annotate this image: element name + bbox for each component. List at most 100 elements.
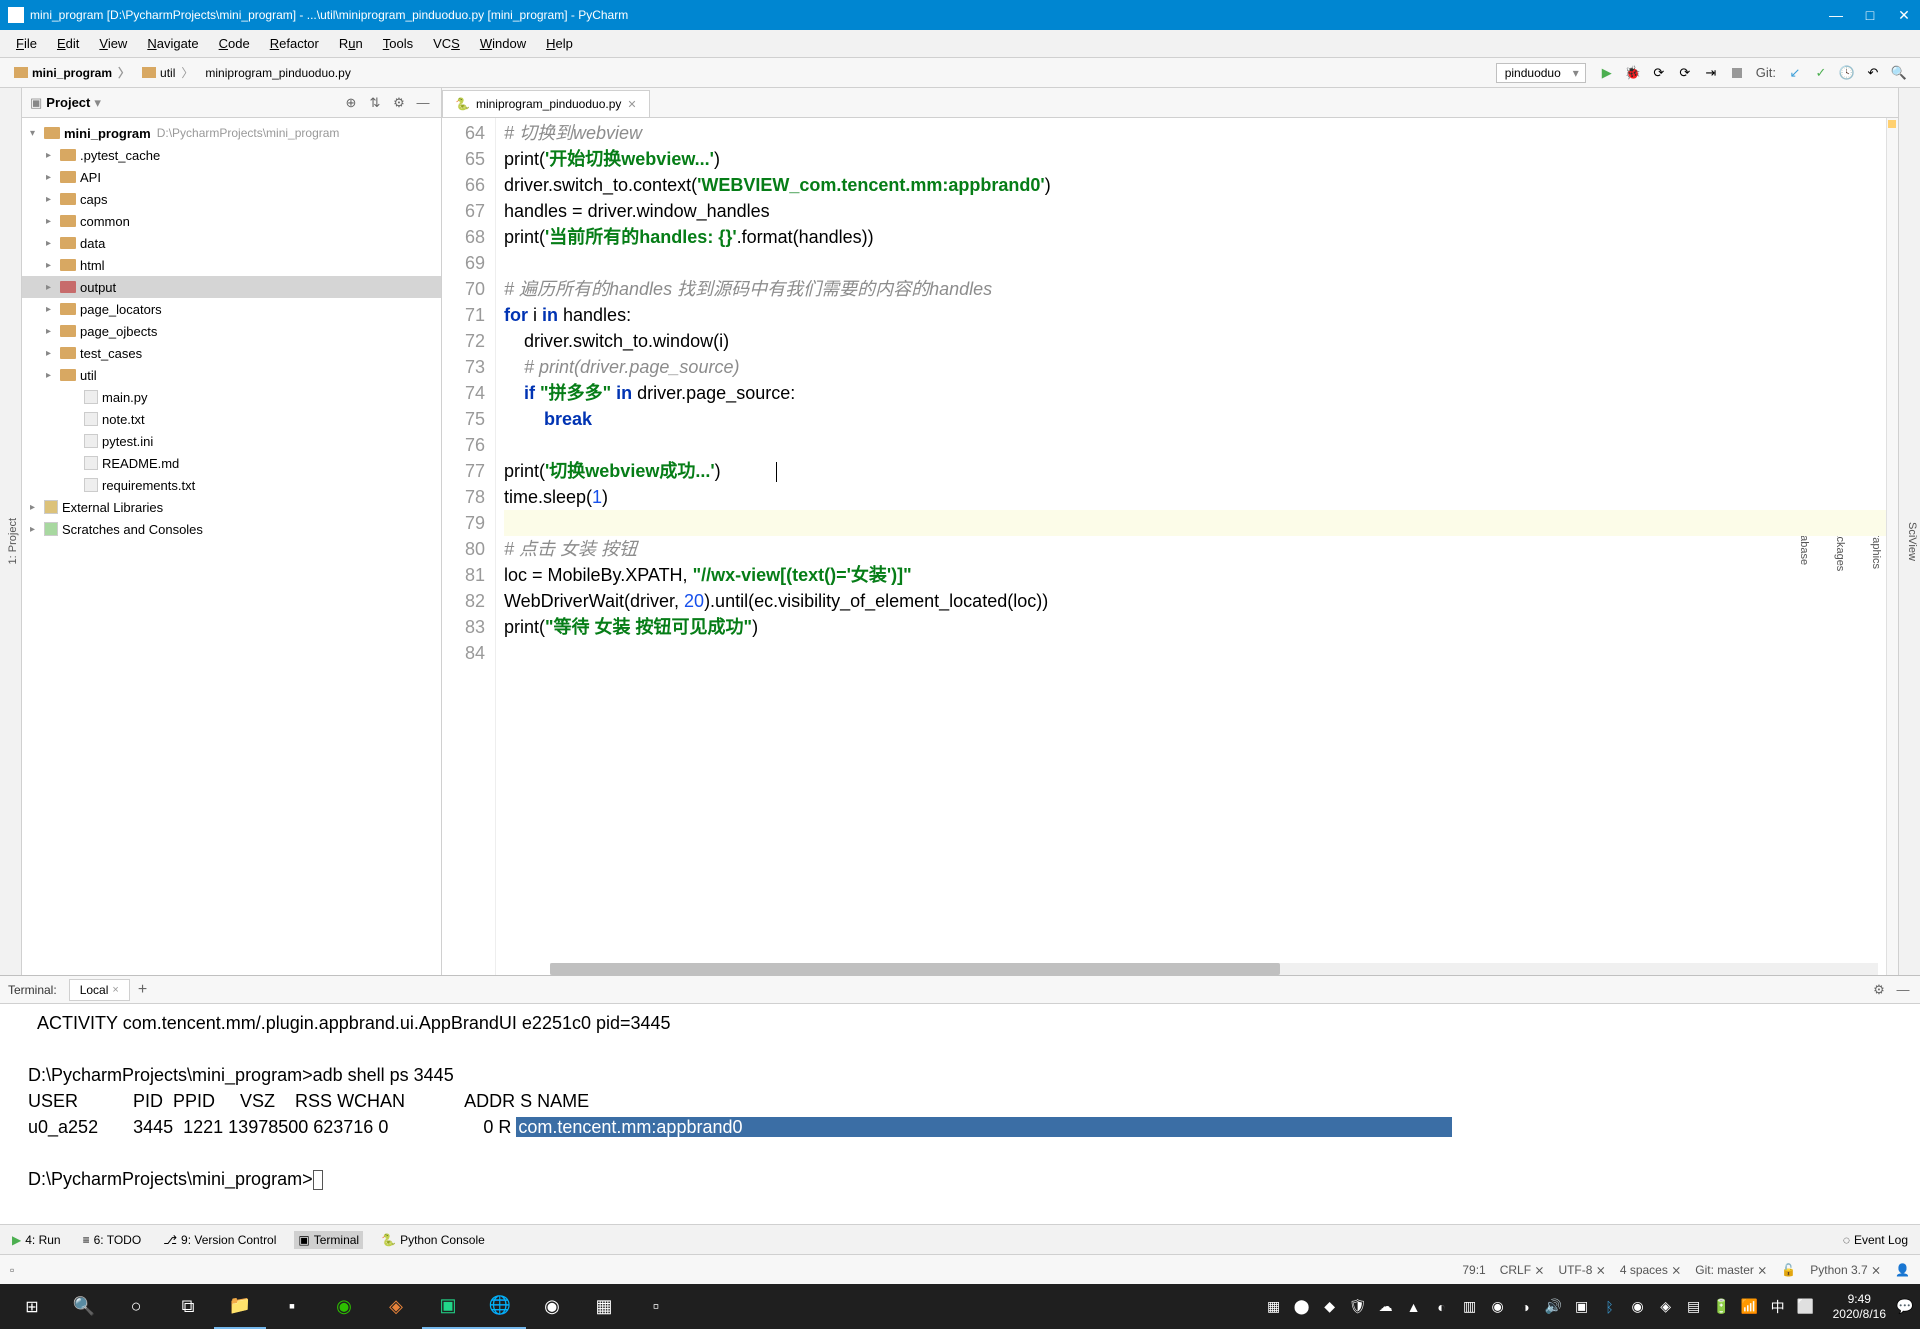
- bottom-vcs[interactable]: ⎇ 9: Version Control: [159, 1231, 280, 1249]
- tray-icon[interactable]: ☁: [1377, 1298, 1395, 1316]
- crumb-folder[interactable]: util〉: [136, 62, 199, 83]
- project-dropdown-icon[interactable]: ▾: [94, 95, 101, 111]
- tree-file[interactable]: note.txt: [22, 408, 441, 430]
- error-stripe[interactable]: [1886, 118, 1898, 975]
- tray-icon[interactable]: ⬤: [1293, 1298, 1311, 1316]
- close-button[interactable]: ✕: [1896, 7, 1912, 23]
- tray-icon[interactable]: 🛡: [1349, 1298, 1367, 1316]
- tray-icon[interactable]: ◑: [1517, 1298, 1535, 1316]
- menu-refactor[interactable]: Refactor: [262, 34, 327, 53]
- status-icon[interactable]: ▫: [10, 1263, 14, 1277]
- menu-vcs[interactable]: VCS: [425, 34, 468, 53]
- crumb-file[interactable]: miniprogram_pinduoduo.py: [199, 64, 356, 82]
- status-indent[interactable]: 4 spaces ⨯: [1620, 1263, 1681, 1277]
- maximize-button[interactable]: □: [1862, 7, 1878, 23]
- target-icon[interactable]: ⊕: [341, 93, 361, 113]
- menu-file[interactable]: File: [8, 34, 45, 53]
- start-button[interactable]: ⊞: [6, 1284, 58, 1329]
- code-lines[interactable]: # 切换到webview print('开始切换webview...') dri…: [496, 118, 1898, 975]
- terminal-body[interactable]: ACTIVITY com.tencent.mm/.plugin.appbrand…: [0, 1004, 1920, 1224]
- tray-icon[interactable]: ◈: [1657, 1298, 1675, 1316]
- bluetooth-icon[interactable]: ᛒ: [1601, 1298, 1619, 1316]
- menu-tools[interactable]: Tools: [375, 34, 421, 53]
- status-le[interactable]: CRLF ⨯: [1500, 1263, 1545, 1277]
- crumb-project[interactable]: mini_program〉: [8, 62, 136, 83]
- code-view[interactable]: 6465666768697071727374757677787980818283…: [442, 118, 1898, 975]
- status-pos[interactable]: 79:1: [1462, 1263, 1485, 1277]
- profile-button[interactable]: ⟳: [1674, 62, 1696, 84]
- taskview-icon[interactable]: ⧉: [162, 1284, 214, 1329]
- tree-folder[interactable]: ▸page_locators: [22, 298, 441, 320]
- bottom-eventlog[interactable]: ◌ Event Log: [1839, 1231, 1912, 1249]
- terminal-hide-icon[interactable]: —: [1894, 981, 1912, 999]
- bottom-run[interactable]: ▶4: Run: [8, 1231, 65, 1249]
- search-button[interactable]: 🔍: [1888, 62, 1910, 84]
- terminal-add-tab[interactable]: +: [138, 981, 147, 999]
- bottom-terminal[interactable]: ▣ Terminal: [294, 1231, 363, 1249]
- tree-folder[interactable]: ▸.pytest_cache: [22, 144, 441, 166]
- bottom-todo[interactable]: ≡ 6: TODO: [79, 1231, 146, 1249]
- run-button[interactable]: ▶: [1596, 62, 1618, 84]
- tree-root[interactable]: ▾ mini_program D:\PycharmProjects\mini_p…: [22, 122, 441, 144]
- notifications-icon[interactable]: 💬: [1896, 1298, 1914, 1316]
- app-icon[interactable]: ◈: [370, 1284, 422, 1329]
- tree-folder[interactable]: ▸test_cases: [22, 342, 441, 364]
- step-button[interactable]: ⇥: [1700, 62, 1722, 84]
- vcs-commit-button[interactable]: ✓: [1810, 62, 1832, 84]
- menu-view[interactable]: View: [91, 34, 135, 53]
- menu-run[interactable]: Run: [331, 34, 371, 53]
- pycharm-icon[interactable]: ▣: [422, 1284, 474, 1329]
- battery-icon[interactable]: 🔋: [1713, 1298, 1731, 1316]
- tree-folder[interactable]: ▸page_ojbects: [22, 320, 441, 342]
- gutter-sciview[interactable]: SciView: [1904, 516, 1920, 567]
- taskbar-clock[interactable]: 9:49 2020/8/16: [1833, 1292, 1886, 1321]
- bottom-console[interactable]: 🐍 Python Console: [377, 1231, 489, 1249]
- tree-folder[interactable]: ▸html: [22, 254, 441, 276]
- obs-icon[interactable]: ◉: [526, 1284, 578, 1329]
- vcs-update-button[interactable]: ↙: [1784, 62, 1806, 84]
- status-enc[interactable]: UTF-8 ⨯: [1558, 1263, 1605, 1277]
- tab-close-icon[interactable]: ×: [112, 984, 118, 996]
- tray-icon[interactable]: ◉: [1489, 1298, 1507, 1316]
- tray-icon[interactable]: ▲: [1405, 1298, 1423, 1316]
- menu-window[interactable]: Window: [472, 34, 534, 53]
- ime-icon[interactable]: 中: [1769, 1298, 1787, 1316]
- arrow-icon[interactable]: ▣: [30, 95, 42, 111]
- tree-folder[interactable]: ▸caps: [22, 188, 441, 210]
- volume-icon[interactable]: 🔊: [1545, 1298, 1563, 1316]
- tray-icon[interactable]: ▦: [1265, 1298, 1283, 1316]
- app2-icon[interactable]: ▦: [578, 1284, 630, 1329]
- search-taskbar-icon[interactable]: 🔍: [58, 1284, 110, 1329]
- code-scrollbar[interactable]: [550, 963, 1878, 975]
- vcs-history-button[interactable]: 🕓: [1836, 62, 1858, 84]
- tray-icon[interactable]: ⬜: [1797, 1298, 1815, 1316]
- tree-file[interactable]: pytest.ini: [22, 430, 441, 452]
- tree-scratches[interactable]: ▸Scratches and Consoles: [22, 518, 441, 540]
- status-git[interactable]: Git: master ⨯: [1695, 1263, 1767, 1277]
- status-lock-icon[interactable]: 🔓: [1781, 1263, 1796, 1277]
- tree-file[interactable]: main.py: [22, 386, 441, 408]
- tray-icon[interactable]: ▣: [1573, 1298, 1591, 1316]
- tray-icon[interactable]: ▤: [1685, 1298, 1703, 1316]
- hide-icon[interactable]: —: [413, 93, 433, 113]
- explorer-icon[interactable]: 📁: [214, 1284, 266, 1329]
- tree-folder[interactable]: ▸util: [22, 364, 441, 386]
- tree-file[interactable]: requirements.txt: [22, 474, 441, 496]
- chrome-icon[interactable]: 🌐: [474, 1284, 526, 1329]
- terminal-tab-local[interactable]: Local×: [69, 979, 130, 1001]
- sort-icon[interactable]: ⇅: [365, 93, 385, 113]
- wifi-icon[interactable]: 📶: [1741, 1298, 1759, 1316]
- menu-code[interactable]: Code: [211, 34, 258, 53]
- gutter-project[interactable]: 1: Project: [5, 512, 21, 570]
- terminal-gear-icon[interactable]: ⚙: [1870, 981, 1888, 999]
- menu-navigate[interactable]: Navigate: [139, 34, 206, 53]
- tab-close-icon[interactable]: ✕: [627, 98, 636, 111]
- tray-icon[interactable]: ◉: [1629, 1298, 1647, 1316]
- app3-icon[interactable]: ▫: [630, 1284, 682, 1329]
- menu-edit[interactable]: Edit: [49, 34, 87, 53]
- tree-folder-output[interactable]: ▸output: [22, 276, 441, 298]
- gear-icon[interactable]: ⚙: [389, 93, 409, 113]
- debug-button[interactable]: 🐞: [1622, 62, 1644, 84]
- menu-help[interactable]: Help: [538, 34, 581, 53]
- tray-icon[interactable]: ▥: [1461, 1298, 1479, 1316]
